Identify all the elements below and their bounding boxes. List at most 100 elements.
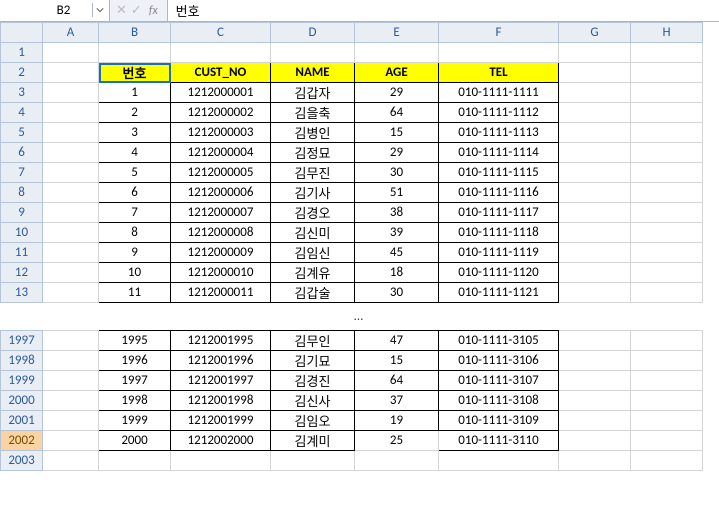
row-head-9[interactable]: 9: [1, 203, 43, 223]
cell-F2001[interactable]: 010-1111-3109: [439, 411, 559, 431]
cell-F2[interactable]: TEL: [439, 63, 559, 83]
cell-F13[interactable]: 010-1111-1121: [439, 283, 559, 303]
cell-E2003[interactable]: [355, 451, 439, 471]
cell-G2000[interactable]: [559, 391, 631, 411]
cell-F10[interactable]: 010-1111-1118: [439, 223, 559, 243]
col-head-A[interactable]: A: [43, 23, 99, 43]
fx-cancel-icon[interactable]: ✕: [116, 3, 127, 18]
cell-G1998[interactable]: [559, 351, 631, 371]
cell-B1998[interactable]: 1996: [99, 351, 171, 371]
cell-B5[interactable]: 3: [99, 123, 171, 143]
name-box-dropdown[interactable]: [92, 3, 106, 17]
cell-D10[interactable]: 김신미: [271, 223, 355, 243]
row-head-2003[interactable]: 2003: [1, 451, 43, 471]
cell-G3[interactable]: [559, 83, 631, 103]
cell-F1[interactable]: [439, 43, 559, 63]
cell-C5[interactable]: 1212000003: [171, 123, 271, 143]
formula-input[interactable]: 번호: [168, 0, 719, 21]
cell-G2[interactable]: [559, 63, 631, 83]
cell-G1999[interactable]: [559, 371, 631, 391]
cell-C1998[interactable]: 1212001996: [171, 351, 271, 371]
cell-H8[interactable]: [631, 183, 703, 203]
row-head-3[interactable]: 3: [1, 83, 43, 103]
cell-D3[interactable]: 김갑자: [271, 83, 355, 103]
cell-B3[interactable]: 1: [99, 83, 171, 103]
col-head-F[interactable]: F: [439, 23, 559, 43]
cell-E12[interactable]: 18: [355, 263, 439, 283]
cell-H10[interactable]: [631, 223, 703, 243]
row-head-1997[interactable]: 1997: [1, 331, 43, 351]
cell-E4[interactable]: 64: [355, 103, 439, 123]
cell-C2000[interactable]: 1212001998: [171, 391, 271, 411]
cell-C1[interactable]: [171, 43, 271, 63]
cell-G1997[interactable]: [559, 331, 631, 351]
cell-E13[interactable]: 30: [355, 283, 439, 303]
cell-A7[interactable]: [43, 163, 99, 183]
cell-G2001[interactable]: [559, 411, 631, 431]
cell-E1997[interactable]: 47: [355, 331, 439, 351]
cell-H2[interactable]: [631, 63, 703, 83]
cell-H1[interactable]: [631, 43, 703, 63]
cell-C2[interactable]: CUST_NO: [171, 63, 271, 83]
row-head-4[interactable]: 4: [1, 103, 43, 123]
cell-E1[interactable]: [355, 43, 439, 63]
cell-B4[interactable]: 2: [99, 103, 171, 123]
cell-A5[interactable]: [43, 123, 99, 143]
cell-H2003[interactable]: [631, 451, 703, 471]
cell-C2003[interactable]: [171, 451, 271, 471]
cell-C1999[interactable]: 1212001997: [171, 371, 271, 391]
cell-B2003[interactable]: [99, 451, 171, 471]
cell-B6[interactable]: 4: [99, 143, 171, 163]
cell-H5[interactable]: [631, 123, 703, 143]
cell-G5[interactable]: [559, 123, 631, 143]
cell-F11[interactable]: 010-1111-1119: [439, 243, 559, 263]
cell-D2002[interactable]: 김계미: [271, 431, 355, 451]
cell-D12[interactable]: 김계유: [271, 263, 355, 283]
cell-A2003[interactable]: [43, 451, 99, 471]
cell-A3[interactable]: [43, 83, 99, 103]
cell-G6[interactable]: [559, 143, 631, 163]
cell-F3[interactable]: 010-1111-1111: [439, 83, 559, 103]
cell-D13[interactable]: 김갑술: [271, 283, 355, 303]
cell-A13[interactable]: [43, 283, 99, 303]
cell-E3[interactable]: 29: [355, 83, 439, 103]
cell-G7[interactable]: [559, 163, 631, 183]
cell-G8[interactable]: [559, 183, 631, 203]
cell-F4[interactable]: 010-1111-1112: [439, 103, 559, 123]
cell-C4[interactable]: 1212000002: [171, 103, 271, 123]
fx-icon[interactable]: fx: [146, 4, 161, 18]
cell-D6[interactable]: 김정묘: [271, 143, 355, 163]
cell-F2003[interactable]: [439, 451, 559, 471]
cell-E2001[interactable]: 19: [355, 411, 439, 431]
cell-D9[interactable]: 김경오: [271, 203, 355, 223]
cell-G2003[interactable]: [559, 451, 631, 471]
cell-E8[interactable]: 51: [355, 183, 439, 203]
cell-D1997[interactable]: 김무인: [271, 331, 355, 351]
col-head-G[interactable]: G: [559, 23, 631, 43]
cell-E7[interactable]: 30: [355, 163, 439, 183]
row-head-8[interactable]: 8: [1, 183, 43, 203]
cell-F8[interactable]: 010-1111-1116: [439, 183, 559, 203]
row-head-1999[interactable]: 1999: [1, 371, 43, 391]
cell-B9[interactable]: 7: [99, 203, 171, 223]
cell-C1997[interactable]: 1212001995: [171, 331, 271, 351]
cell-E2000[interactable]: 37: [355, 391, 439, 411]
cell-H7[interactable]: [631, 163, 703, 183]
cell-A11[interactable]: [43, 243, 99, 263]
cell-A1999[interactable]: [43, 371, 99, 391]
row-head-1998[interactable]: 1998: [1, 351, 43, 371]
cell-B10[interactable]: 8: [99, 223, 171, 243]
cell-B12[interactable]: 10: [99, 263, 171, 283]
cell-F9[interactable]: 010-1111-1117: [439, 203, 559, 223]
cell-G13[interactable]: [559, 283, 631, 303]
cell-D2[interactable]: NAME: [271, 63, 355, 83]
cell-F1997[interactable]: 010-1111-3105: [439, 331, 559, 351]
row-head-6[interactable]: 6: [1, 143, 43, 163]
cell-G4[interactable]: [559, 103, 631, 123]
col-head-E[interactable]: E: [355, 23, 439, 43]
cell-B2001[interactable]: 1999: [99, 411, 171, 431]
cell-C9[interactable]: 1212000007: [171, 203, 271, 223]
cell-G12[interactable]: [559, 263, 631, 283]
cell-D2003[interactable]: [271, 451, 355, 471]
cell-F1998[interactable]: 010-1111-3106: [439, 351, 559, 371]
